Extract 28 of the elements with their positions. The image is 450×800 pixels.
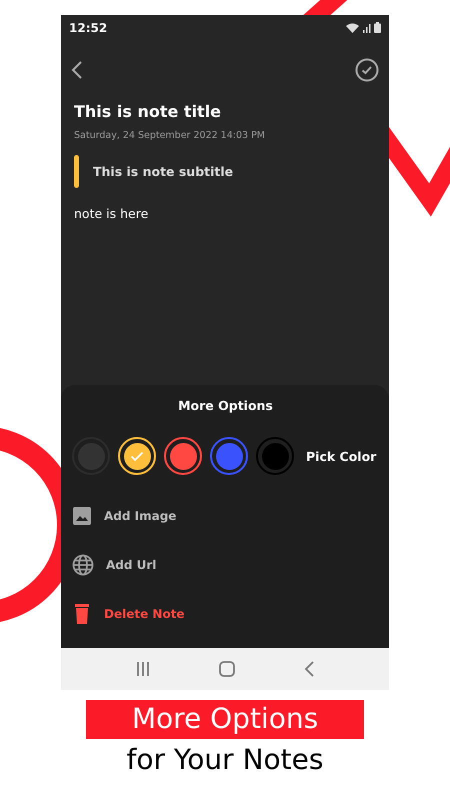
back-icon[interactable] bbox=[71, 60, 83, 80]
globe-icon bbox=[72, 554, 94, 576]
color-swatch[interactable] bbox=[164, 437, 202, 475]
color-swatch[interactable] bbox=[256, 437, 294, 475]
url-option[interactable]: Add Url bbox=[72, 540, 379, 589]
check-icon bbox=[130, 450, 144, 462]
pick-color-label[interactable]: Pick Color bbox=[306, 448, 376, 464]
subtitle-indicator bbox=[74, 155, 79, 188]
recents-icon[interactable] bbox=[134, 661, 151, 677]
wifi-icon bbox=[346, 22, 359, 32]
battery-icon bbox=[374, 22, 381, 33]
note-subtitle[interactable]: This is note subtitle bbox=[93, 164, 234, 179]
image-option[interactable]: Add Image bbox=[72, 491, 379, 540]
check-circle-icon[interactable] bbox=[355, 58, 379, 82]
note-title[interactable]: This is note title bbox=[74, 102, 376, 121]
image-icon bbox=[72, 506, 92, 526]
note-datetime: Saturday, 24 September 2022 14:03 PM bbox=[74, 130, 266, 141]
banner-headline: More Options bbox=[86, 700, 364, 739]
banner-tagline: for Your Notes bbox=[126, 743, 324, 776]
color-swatch[interactable] bbox=[210, 437, 248, 475]
sheet-title: More Options bbox=[177, 398, 274, 413]
delete-option[interactable]: Delete Note bbox=[72, 589, 379, 638]
status-time: 12:52 bbox=[69, 20, 108, 34]
note-body[interactable]: note is here bbox=[74, 206, 376, 221]
home-icon[interactable] bbox=[218, 660, 236, 678]
signal-icon bbox=[362, 22, 371, 32]
trash-icon bbox=[72, 602, 92, 624]
back-icon[interactable] bbox=[303, 661, 316, 677]
